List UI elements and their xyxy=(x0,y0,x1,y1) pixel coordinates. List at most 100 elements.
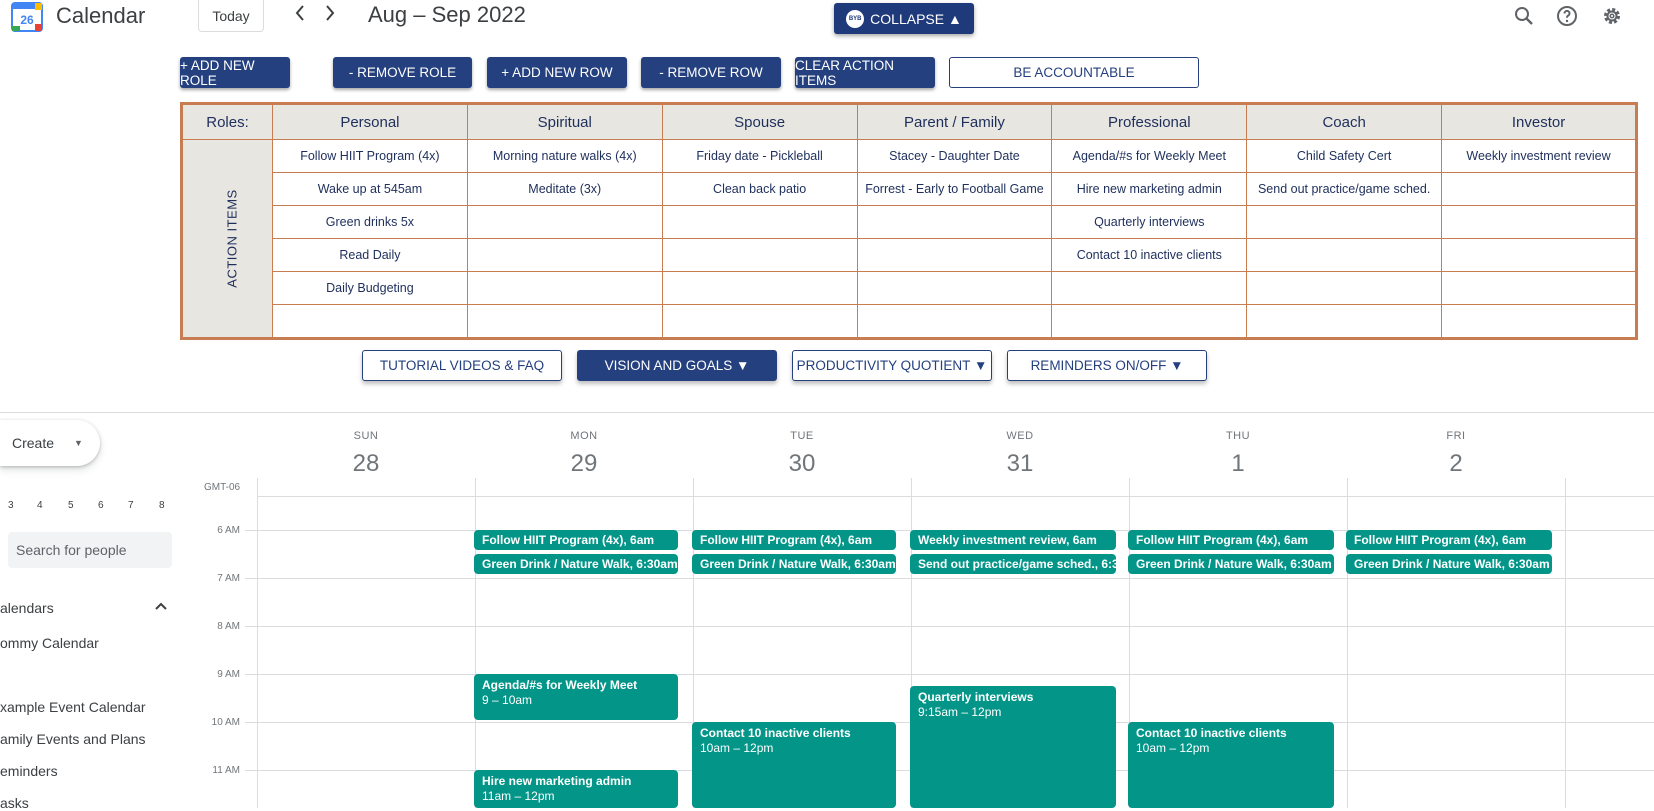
action-cell[interactable] xyxy=(466,271,663,305)
action-cell[interactable] xyxy=(1051,304,1248,339)
role-header[interactable]: Coach xyxy=(1246,103,1443,140)
productivity-quotient-button[interactable]: PRODUCTIVITY QUOTIENT ▼ xyxy=(792,350,992,381)
role-header[interactable]: Spiritual xyxy=(466,103,663,140)
calendar-event[interactable]: Green Drink / Nature Walk, 6:30am xyxy=(474,554,678,574)
calendar-event[interactable]: Follow HIIT Program (4x), 6am xyxy=(1346,530,1552,550)
calendar-event[interactable]: Weekly investment review, 6am xyxy=(910,530,1116,550)
action-cell[interactable]: Friday date - Pickleball xyxy=(661,139,858,173)
calendar-event[interactable]: Follow HIIT Program (4x), 6am xyxy=(1128,530,1334,550)
action-cell[interactable] xyxy=(1441,172,1637,206)
calendars-section-title[interactable]: alendars xyxy=(0,600,54,616)
action-cell[interactable] xyxy=(1246,205,1443,239)
action-cell[interactable] xyxy=(661,238,858,272)
action-cell[interactable]: Forrest - Early to Football Game xyxy=(856,172,1053,206)
action-cell[interactable] xyxy=(1441,238,1637,272)
clear-action-items-button[interactable]: CLEAR ACTION ITEMS xyxy=(795,57,935,88)
vision-goals-button[interactable]: VISION AND GOALS ▼ xyxy=(577,350,777,381)
action-cell[interactable] xyxy=(1441,271,1637,305)
mini-day[interactable]: 3 xyxy=(8,500,14,511)
action-cell[interactable] xyxy=(856,271,1053,305)
action-cell[interactable]: Clean back patio xyxy=(661,172,858,206)
action-cell[interactable] xyxy=(1246,271,1443,305)
add-role-button[interactable]: + ADD NEW ROLE xyxy=(180,57,290,88)
action-cell[interactable]: Contact 10 inactive clients xyxy=(1051,238,1248,272)
day-header[interactable]: SUN 28 xyxy=(257,430,475,478)
be-accountable-button[interactable]: BE ACCOUNTABLE xyxy=(949,57,1199,88)
calendar-event[interactable]: Contact 10 inactive clients 10am – 12pm xyxy=(692,722,896,808)
action-cell[interactable]: Child Safety Cert xyxy=(1246,139,1443,173)
calendar-event[interactable]: Send out practice/game sched., 6:30 xyxy=(910,554,1116,574)
mini-day[interactable]: 4 xyxy=(37,500,43,511)
day-header[interactable]: THU 1 xyxy=(1129,430,1347,478)
action-cell[interactable]: Read Daily xyxy=(272,238,468,272)
day-number[interactable]: 1 xyxy=(1129,450,1347,478)
action-cell[interactable]: Daily Budgeting xyxy=(272,271,468,305)
action-cell[interactable] xyxy=(856,238,1053,272)
google-calendar-logo[interactable]: 26 xyxy=(11,2,43,32)
create-button[interactable]: Create ▼ xyxy=(0,420,100,466)
prev-week-button[interactable] xyxy=(288,2,312,30)
calendar-event[interactable]: Hire new marketing admin 11am – 12pm xyxy=(474,770,678,808)
action-cell[interactable]: Send out practice/game sched. xyxy=(1246,172,1443,206)
tutorial-faq-button[interactable]: TUTORIAL VIDEOS & FAQ xyxy=(362,350,562,381)
calendar-list-item[interactable]: eminders xyxy=(0,763,58,779)
role-header[interactable]: Parent / Family xyxy=(856,103,1053,140)
role-header[interactable]: Spouse xyxy=(661,103,858,140)
role-header[interactable]: Professional xyxy=(1051,103,1248,140)
action-cell[interactable] xyxy=(856,304,1053,339)
action-cell[interactable] xyxy=(272,304,468,339)
next-week-button[interactable] xyxy=(318,2,342,30)
calendar-event[interactable]: Follow HIIT Program (4x), 6am xyxy=(692,530,896,550)
remove-row-button[interactable]: - REMOVE ROW xyxy=(641,57,781,88)
day-header[interactable]: TUE 30 xyxy=(693,430,911,478)
calendar-event[interactable]: Quarterly interviews 9:15am – 12pm xyxy=(910,686,1116,808)
calendar-event[interactable]: Green Drink / Nature Walk, 6:30am xyxy=(1128,554,1334,574)
calendar-list-item[interactable]: xample Event Calendar xyxy=(0,699,146,715)
mini-day[interactable]: 5 xyxy=(68,500,74,511)
calendar-event[interactable]: Green Drink / Nature Walk, 6:30am xyxy=(1346,554,1552,574)
day-header[interactable]: MON 29 xyxy=(475,430,693,478)
action-cell[interactable] xyxy=(466,238,663,272)
gear-icon[interactable] xyxy=(1600,4,1624,28)
search-icon[interactable] xyxy=(1512,4,1536,28)
day-number[interactable]: 31 xyxy=(911,450,1129,478)
help-icon[interactable] xyxy=(1555,4,1579,28)
day-number[interactable]: 29 xyxy=(475,450,693,478)
action-cell[interactable]: Hire new marketing admin xyxy=(1051,172,1248,206)
action-cell[interactable]: Quarterly interviews xyxy=(1051,205,1248,239)
action-cell[interactable] xyxy=(1051,271,1248,305)
chevron-up-icon[interactable] xyxy=(155,600,167,612)
action-cell[interactable]: Morning nature walks (4x) xyxy=(466,139,663,173)
calendar-event[interactable]: Agenda/#s for Weekly Meet 9 – 10am xyxy=(474,674,678,720)
reminders-toggle-button[interactable]: REMINDERS ON/OFF ▼ xyxy=(1007,350,1207,381)
action-cell[interactable]: Meditate (3x) xyxy=(466,172,663,206)
action-cell[interactable] xyxy=(466,304,663,339)
add-row-button[interactable]: + ADD NEW ROW xyxy=(487,57,627,88)
action-cell[interactable]: Green drinks 5x xyxy=(272,205,468,239)
action-cell[interactable] xyxy=(661,205,858,239)
action-cell[interactable]: Stacey - Daughter Date xyxy=(856,139,1053,173)
calendar-event[interactable]: Follow HIIT Program (4x), 6am xyxy=(474,530,678,550)
today-button[interactable]: Today xyxy=(198,0,264,32)
action-cell[interactable]: Weekly investment review xyxy=(1441,139,1637,173)
remove-role-button[interactable]: - REMOVE ROLE xyxy=(333,57,472,88)
calendar-list-item[interactable]: ommy Calendar xyxy=(0,635,99,651)
role-header[interactable]: Personal xyxy=(272,103,468,140)
calendar-list-item[interactable]: asks xyxy=(0,795,29,811)
day-header[interactable]: WED 31 xyxy=(911,430,1129,478)
calendar-event[interactable]: Contact 10 inactive clients 10am – 12pm xyxy=(1128,722,1334,808)
action-cell[interactable] xyxy=(661,304,858,339)
action-cell[interactable] xyxy=(1441,304,1637,339)
collapse-button[interactable]: BYB COLLAPSE ▲ xyxy=(834,3,974,34)
day-number[interactable]: 28 xyxy=(257,450,475,478)
action-cell[interactable] xyxy=(466,205,663,239)
mini-day[interactable]: 7 xyxy=(128,500,134,511)
action-cell[interactable]: Follow HIIT Program (4x) xyxy=(272,139,468,173)
role-header[interactable]: Investor xyxy=(1441,103,1637,140)
action-cell[interactable] xyxy=(1441,205,1637,239)
day-number[interactable]: 30 xyxy=(693,450,911,478)
day-number[interactable]: 2 xyxy=(1347,450,1565,478)
search-people-input[interactable]: Search for people xyxy=(8,532,172,568)
action-cell[interactable]: Wake up at 545am xyxy=(272,172,468,206)
action-cell[interactable] xyxy=(1246,304,1443,339)
